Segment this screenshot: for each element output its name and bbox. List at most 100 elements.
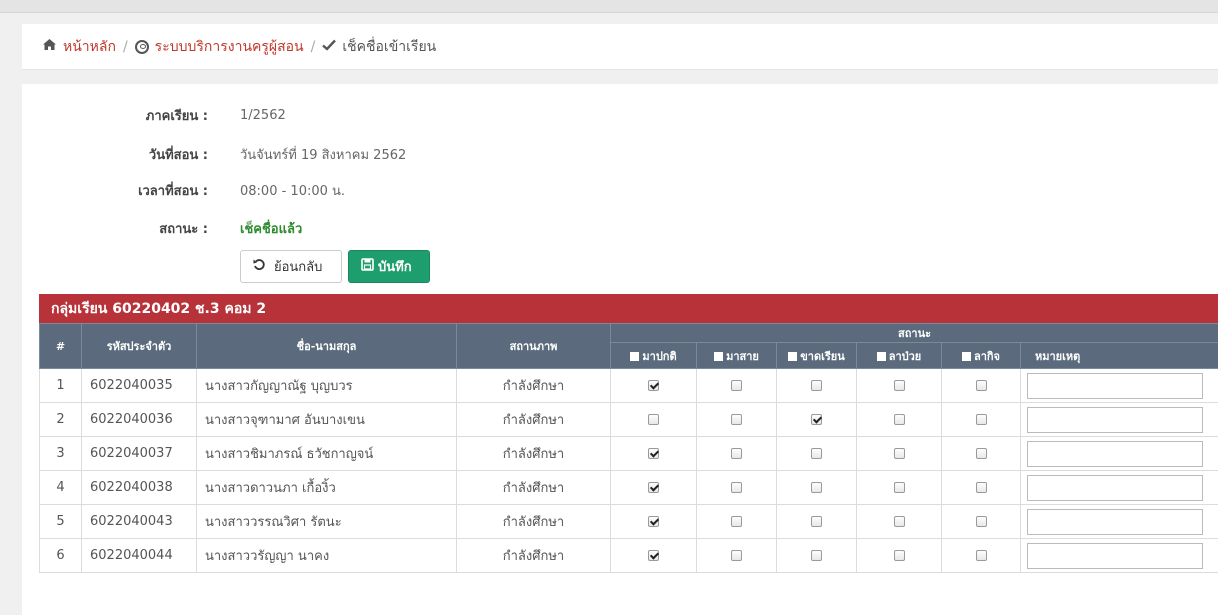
present-checkbox[interactable] — [648, 550, 659, 561]
col-name: ชื่อ-นามสกุล — [196, 323, 457, 369]
save-button[interactable]: บันทึก — [348, 250, 430, 283]
sick-leave-checkbox[interactable] — [893, 380, 905, 391]
row-status-cell — [856, 402, 942, 437]
present-checkbox[interactable] — [648, 516, 659, 527]
col-student-id: รหัสประจำตัว — [81, 323, 197, 369]
late-checkbox[interactable] — [731, 448, 742, 459]
col-present[interactable]: มาปกติ — [610, 342, 697, 369]
home-icon — [42, 38, 57, 55]
sick-leave-checkbox[interactable] — [893, 516, 905, 527]
col-sick-leave[interactable]: ลาป่วย — [856, 342, 942, 369]
table-row: 4 6022040038 นางสาวดาวนภา เกื้องิ้ว กำลังศึ… — [39, 470, 1218, 505]
remark-input[interactable] — [1027, 372, 1203, 399]
col-absent[interactable]: ขาดเรียน — [776, 342, 857, 369]
row-status-cell — [941, 538, 1021, 573]
row-status-cell — [856, 368, 942, 403]
group-header: กลุ่มเรียน 60220402 ช.3 คอม 2 — [39, 294, 1218, 323]
table-body: 1 6022040035 นางสาวกัญญาณัฐ บุญบวร กำลังศึก… — [39, 368, 1218, 573]
row-standing: กำลังศึกษา — [456, 538, 611, 573]
breadcrumb-system-link[interactable]: ระบบบริการงานครูผู้สอน — [155, 36, 304, 58]
late-checkbox[interactable] — [731, 482, 742, 493]
row-remark-cell — [1019, 368, 1218, 403]
personal-leave-checkbox[interactable] — [975, 380, 987, 391]
select-all-late-checkbox[interactable] — [714, 351, 724, 361]
row-status-cell — [610, 504, 697, 539]
late-checkbox[interactable] — [731, 516, 742, 527]
check-icon — [322, 39, 337, 55]
row-status-cell — [776, 368, 857, 403]
remark-input[interactable] — [1027, 440, 1203, 467]
row-standing: กำลังศึกษา — [456, 402, 611, 437]
table-row: 1 6022040035 นางสาวกัญญาณัฐ บุญบวร กำลังศึก… — [39, 368, 1218, 403]
date-value: วันจันทร์ที่ 19 สิงหาคม 2562 — [240, 147, 407, 163]
breadcrumb-separator: / — [310, 38, 316, 55]
status-label: สถานะ : — [159, 221, 208, 237]
personal-leave-checkbox[interactable] — [975, 448, 987, 459]
col-sick-label: ลาป่วย — [888, 349, 922, 363]
row-remark-cell — [1019, 538, 1218, 573]
table-row: 2 6022040036 นางสาวจุฑามาศ อันบางเขน กำลังศ… — [39, 402, 1218, 437]
attendance-table: # รหัสประจำตัว ชื่อ-นามสกุล สถานภาพ สถาน… — [39, 323, 1218, 573]
sick-leave-checkbox[interactable] — [893, 448, 905, 459]
col-late[interactable]: มาสาย — [696, 342, 777, 369]
select-all-sick-checkbox[interactable] — [876, 351, 886, 361]
top-bar — [0, 0, 1218, 13]
late-checkbox[interactable] — [731, 414, 742, 425]
absent-checkbox[interactable] — [811, 482, 822, 493]
personal-leave-checkbox[interactable] — [975, 550, 987, 561]
breadcrumb: หน้าหลัก / ระบบบริการงานครูผู้สอน / เช็ค… — [22, 24, 1218, 70]
breadcrumb-separator: / — [122, 38, 128, 55]
row-standing: กำลังศึกษา — [456, 504, 611, 539]
term-row: ภาคเรียน : 1/2562 — [22, 104, 622, 126]
personal-leave-checkbox[interactable] — [975, 482, 987, 493]
col-personal-leave[interactable]: ลากิจ — [941, 342, 1021, 369]
date-label: วันที่สอน : — [148, 147, 208, 163]
row-status-cell — [696, 402, 777, 437]
sick-leave-checkbox[interactable] — [893, 482, 905, 493]
row-student-id: 6022040043 — [81, 504, 197, 539]
row-remark-cell — [1019, 470, 1218, 505]
present-checkbox[interactable] — [648, 482, 659, 493]
time-value: 08:00 - 10:00 น. — [240, 183, 346, 199]
row-number: 4 — [39, 470, 82, 505]
row-student-id: 6022040044 — [81, 538, 197, 573]
present-checkbox[interactable] — [648, 380, 659, 391]
absent-checkbox[interactable] — [811, 550, 822, 561]
row-status-cell — [776, 538, 857, 573]
save-button-label: บันทึก — [378, 260, 412, 275]
row-status-cell — [941, 504, 1021, 539]
col-remark: หมายเหตุ — [1019, 342, 1218, 369]
row-status-cell — [610, 368, 697, 403]
row-standing: กำลังศึกษา — [456, 470, 611, 505]
row-status-cell — [610, 436, 697, 471]
remark-input[interactable] — [1027, 508, 1203, 535]
table-row: 5 6022040043 นางสาววรรณวิศา รัตนะ กำลังศึกษ… — [39, 504, 1218, 539]
row-standing: กำลังศึกษา — [456, 368, 611, 403]
absent-checkbox[interactable] — [811, 414, 822, 425]
row-name: นางสาววรรณวิศา รัตนะ — [196, 504, 457, 539]
personal-leave-checkbox[interactable] — [975, 516, 987, 527]
remark-input[interactable] — [1027, 542, 1203, 569]
present-checkbox[interactable] — [648, 448, 659, 459]
row-status-cell — [856, 470, 942, 505]
select-all-absent-checkbox[interactable] — [788, 351, 798, 361]
remark-input[interactable] — [1027, 406, 1203, 433]
absent-checkbox[interactable] — [811, 516, 822, 527]
personal-leave-checkbox[interactable] — [975, 414, 987, 425]
select-all-present-checkbox[interactable] — [630, 351, 640, 361]
sick-leave-checkbox[interactable] — [893, 414, 905, 425]
term-label: ภาคเรียน : — [145, 108, 208, 124]
remark-input[interactable] — [1027, 474, 1203, 501]
row-status-cell — [696, 368, 777, 403]
sick-leave-checkbox[interactable] — [893, 550, 905, 561]
row-number: 6 — [39, 538, 82, 573]
row-number: 5 — [39, 504, 82, 539]
late-checkbox[interactable] — [731, 380, 742, 391]
breadcrumb-home-link[interactable]: หน้าหลัก — [63, 36, 116, 58]
absent-checkbox[interactable] — [811, 380, 822, 391]
present-checkbox[interactable] — [648, 414, 659, 425]
select-all-personal-checkbox[interactable] — [961, 351, 971, 361]
back-button[interactable]: ย้อนกลับ — [240, 250, 342, 283]
late-checkbox[interactable] — [731, 550, 742, 561]
absent-checkbox[interactable] — [811, 448, 822, 459]
